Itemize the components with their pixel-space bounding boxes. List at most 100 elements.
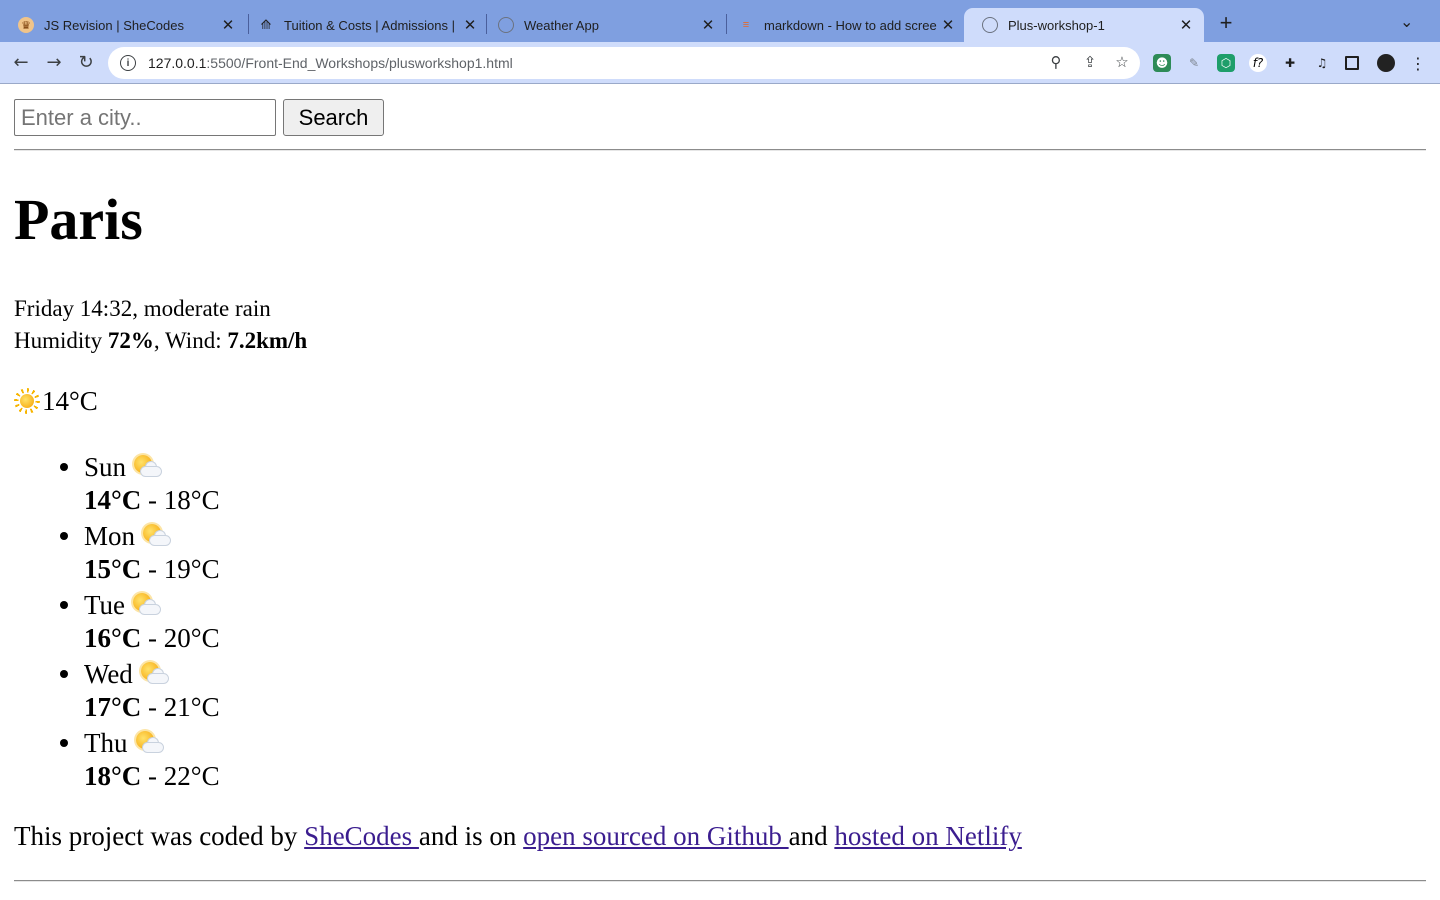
browser-tab-active[interactable]: Plus-workshop-1 ✕ xyxy=(964,8,1204,42)
extension-fonts-icon[interactable]: f? xyxy=(1249,54,1267,72)
extension-robot-icon[interactable]: ☻ xyxy=(1153,54,1171,72)
forecast-item: Sun 14°C - 18°C xyxy=(60,449,220,518)
url-host: 127.0.0.1 xyxy=(148,55,207,71)
browser-tab[interactable]: ≡ markdown - How to add scree ✕ xyxy=(720,8,966,42)
tab-search-chevron-icon[interactable]: ⌄ xyxy=(1400,12,1413,31)
wind-label: Wind: xyxy=(165,328,222,353)
zoom-icon[interactable]: ⚲ xyxy=(1046,53,1066,71)
partly-cloudy-icon xyxy=(132,454,163,480)
share-icon[interactable]: ⇪ xyxy=(1080,53,1100,71)
browser-toolbar: ← → ↻ i 127.0.0.1:5500/Front-End_Worksho… xyxy=(0,42,1440,84)
forecast-min: 17°C xyxy=(84,692,142,722)
tab-title: Tuition & Costs | Admissions | xyxy=(284,17,455,33)
day-time: Friday 14:32 xyxy=(14,296,133,321)
humidity-wind-line: Humidity 72%, Wind: 7.2km/h xyxy=(14,328,308,353)
extensions-puzzle-icon[interactable]: ✚ xyxy=(1281,54,1299,72)
tab-close-icon[interactable]: ✕ xyxy=(460,16,480,34)
extension-hexagon-icon[interactable]: ⬡ xyxy=(1217,54,1235,72)
tab-close-icon[interactable]: ✕ xyxy=(1176,16,1196,34)
reload-icon[interactable]: ↻ xyxy=(75,52,97,74)
page-content: Search Paris Friday 14:32, moderate rain… xyxy=(0,85,1440,900)
extension-eyedropper-icon[interactable]: ✎ xyxy=(1185,54,1203,72)
url-path: :5500/Front-End_Workshops/plusworkshop1.… xyxy=(206,55,513,71)
search-button[interactable]: Search xyxy=(283,99,384,136)
list-bullet xyxy=(60,739,68,747)
tab-title: Weather App xyxy=(524,17,599,33)
list-bullet xyxy=(60,601,68,609)
globe-icon xyxy=(982,17,998,33)
current-weather: 14°C xyxy=(14,383,98,419)
tab-close-icon[interactable]: ✕ xyxy=(698,16,718,34)
browser-tab[interactable]: ⟰ Tuition & Costs | Admissions | ✕ xyxy=(240,8,488,42)
city-name: Paris xyxy=(14,187,143,252)
divider xyxy=(14,149,1426,151)
forecast-min: 15°C xyxy=(84,554,142,584)
forecast-item: Mon 15°C - 19°C xyxy=(60,518,220,587)
forecast-min: 18°C xyxy=(84,761,142,791)
footer-text: and is on xyxy=(418,821,524,851)
tab-title: markdown - How to add scree xyxy=(764,17,937,33)
shecodes-link[interactable]: SheCodes xyxy=(304,821,419,851)
forecast-max: 18°C xyxy=(163,485,220,515)
forecast-min: 14°C xyxy=(84,485,142,515)
github-link[interactable]: open sourced on Github xyxy=(523,821,788,851)
forecast-day: Wed xyxy=(84,659,133,689)
forecast-day: Sun xyxy=(84,452,127,482)
globe-icon xyxy=(498,17,514,33)
search-form: Search xyxy=(14,99,384,136)
forecast-max: 21°C xyxy=(163,692,220,722)
forecast-day: Mon xyxy=(84,521,136,551)
new-tab-button[interactable]: + xyxy=(1216,12,1236,34)
netlify-link[interactable]: hosted on Netlify xyxy=(834,821,1021,851)
back-arrow-icon[interactable]: ← xyxy=(10,52,32,74)
browser-tab[interactable]: Weather App ✕ xyxy=(480,8,726,42)
condition: moderate rain xyxy=(143,296,271,321)
forecast-max: 19°C xyxy=(163,554,220,584)
forecast-item: Tue 16°C - 20°C xyxy=(60,587,220,656)
date-condition-line: Friday 14:32, moderate rain xyxy=(14,296,271,321)
partly-cloudy-icon xyxy=(134,730,164,756)
divider xyxy=(14,880,1426,882)
footer-text: and xyxy=(788,821,835,851)
profile-avatar[interactable] xyxy=(1377,54,1395,72)
university-favicon-icon: ⟰ xyxy=(260,17,272,32)
weather-details: Friday 14:32, moderate rain Humidity 72%… xyxy=(14,293,307,357)
tab-title: JS Revision | SheCodes xyxy=(44,17,184,33)
forecast-max: 22°C xyxy=(163,761,220,791)
wind-value: 7.2km/h xyxy=(227,328,308,353)
footer-text: This project was coded by xyxy=(14,821,305,851)
forecast-day: Thu xyxy=(84,728,128,758)
current-temperature: 14°C xyxy=(42,386,98,416)
shecodes-favicon-icon: ♛ xyxy=(18,17,34,33)
forecast-day: Tue xyxy=(84,590,126,620)
side-panel-icon[interactable] xyxy=(1345,56,1359,70)
partly-cloudy-icon xyxy=(139,661,169,687)
list-bullet xyxy=(60,463,68,471)
browser-tab[interactable]: ♛ JS Revision | SheCodes ✕ xyxy=(0,8,246,42)
city-search-input[interactable] xyxy=(14,99,276,136)
media-control-icon[interactable]: ♫ xyxy=(1313,54,1331,72)
forecast-min: 16°C xyxy=(84,623,142,653)
humidity-value: 72% xyxy=(107,328,154,353)
site-info-icon[interactable]: i xyxy=(120,55,136,71)
bookmark-star-icon[interactable]: ☆ xyxy=(1112,53,1132,71)
footer-credits: This project was coded by SheCodes and i… xyxy=(14,818,1022,854)
browser-tab-bar: ♛ JS Revision | SheCodes ✕ ⟰ Tuition & C… xyxy=(0,0,1440,42)
tab-close-icon[interactable]: ✕ xyxy=(938,16,958,34)
sun-icon xyxy=(14,388,40,414)
tab-close-icon[interactable]: ✕ xyxy=(218,16,238,34)
forward-arrow-icon[interactable]: → xyxy=(43,52,65,74)
partly-cloudy-icon xyxy=(131,592,162,618)
forecast-item: Wed 17°C - 21°C xyxy=(60,656,220,725)
tab-title: Plus-workshop-1 xyxy=(1008,17,1105,33)
browser-menu-icon[interactable]: ⋮ xyxy=(1409,54,1427,73)
humidity-label: Humidity xyxy=(14,328,103,353)
list-bullet xyxy=(60,532,68,540)
forecast-list: Sun 14°C - 18°C Mon 15°C - 19°C Tue 16°C… xyxy=(60,449,220,794)
partly-cloudy-icon xyxy=(141,523,172,549)
stackoverflow-favicon-icon: ≡ xyxy=(742,19,750,31)
list-bullet xyxy=(60,670,68,678)
forecast-max: 20°C xyxy=(163,623,220,653)
address-bar[interactable]: i 127.0.0.1:5500/Front-End_Workshops/plu… xyxy=(108,47,1140,79)
forecast-item: Thu 18°C - 22°C xyxy=(60,725,220,794)
